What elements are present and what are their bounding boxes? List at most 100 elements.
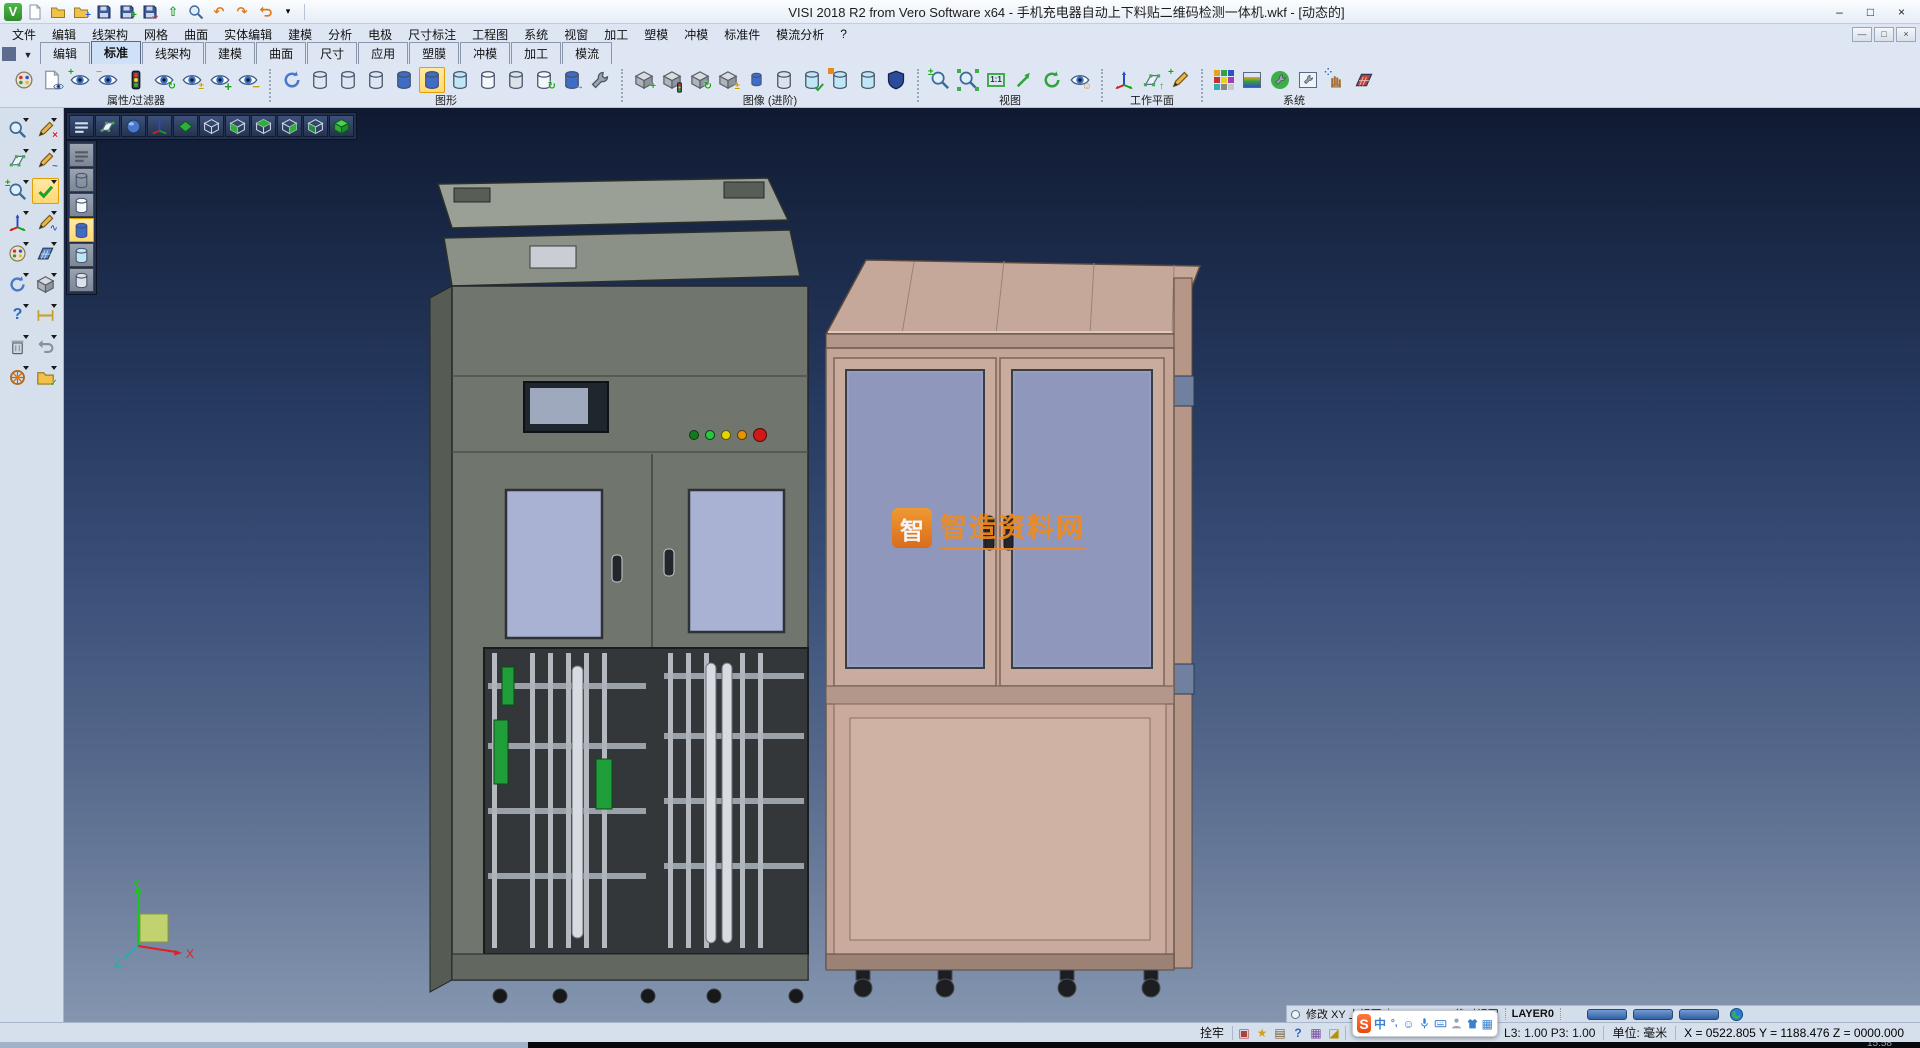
dynamic-zoom-icon[interactable] <box>4 116 31 142</box>
color-swatch-3[interactable] <box>1679 1009 1719 1020</box>
image-toggle-icon[interactable]: ± <box>715 67 741 93</box>
tab-die[interactable]: 冲模 <box>460 42 510 64</box>
ime-mode[interactable]: 中 <box>1374 1015 1386 1032</box>
solid-cylinder-icon[interactable] <box>743 67 769 93</box>
light-cylinder-icon[interactable] <box>855 67 881 93</box>
menu-lines-icon[interactable] <box>69 115 94 137</box>
graphics-settings-icon[interactable] <box>587 67 613 93</box>
filter-traffic-icon[interactable] <box>123 67 149 93</box>
shaded-cylinder-icon[interactable] <box>69 218 94 242</box>
save-icon[interactable] <box>94 2 114 21</box>
undo-icon[interactable]: ↶ <box>209 2 229 21</box>
hide-all-icon[interactable]: − <box>235 67 261 93</box>
view-toggle-icon[interactable] <box>1291 1010 1300 1019</box>
cad-model[interactable] <box>64 108 1920 1022</box>
zoom-arrow-icon[interactable] <box>1011 67 1037 93</box>
toggle-visibility-icon[interactable]: ± <box>179 67 205 93</box>
help-icon[interactable]: ? <box>4 302 31 328</box>
scrollbar-segment[interactable] <box>0 1042 528 1048</box>
zoom-in-out-icon[interactable]: ± <box>927 67 953 93</box>
tab-machining[interactable]: 加工 <box>511 42 561 64</box>
image-refresh-icon[interactable]: ↻ <box>687 67 713 93</box>
wand-icon[interactable]: ★ <box>1253 1025 1271 1041</box>
show-all-icon[interactable]: + <box>207 67 233 93</box>
mdi-close-button[interactable]: × <box>1896 27 1916 42</box>
zoom-1-1-icon[interactable]: 1:1 <box>983 67 1009 93</box>
tab-modeling[interactable]: 建模 <box>205 42 255 64</box>
tab-wireframe[interactable]: 线架构 <box>142 42 204 64</box>
hidden-line-cylinder-icon[interactable] <box>69 193 94 217</box>
outline-cylinder-icon[interactable] <box>475 67 501 93</box>
zoom-in-out-icon[interactable]: ± <box>4 178 31 204</box>
workplane-axes-icon[interactable] <box>1111 67 1137 93</box>
view-refresh-icon[interactable] <box>1039 67 1065 93</box>
tabbar-dropdown-icon[interactable]: ▼ <box>20 47 36 63</box>
menu-lines-icon[interactable] <box>69 143 94 167</box>
striped-cylinder-icon[interactable] <box>771 67 797 93</box>
shield-icon[interactable] <box>883 67 909 93</box>
shirt-icon[interactable] <box>1466 1017 1479 1030</box>
mic-icon[interactable] <box>1418 1017 1431 1030</box>
tab-flow[interactable]: 模流 <box>562 42 612 64</box>
menu-flow-analysis[interactable]: 模流分析 <box>768 24 832 45</box>
plane-icon[interactable]: ◪ <box>1325 1025 1343 1041</box>
view-right-icon[interactable] <box>277 115 302 137</box>
curve-edit-icon[interactable]: ∿ <box>32 209 59 235</box>
spline-icon[interactable]: ~ <box>32 147 59 173</box>
help-icon[interactable]: ? <box>1289 1025 1307 1041</box>
image-filter-icon[interactable] <box>659 67 685 93</box>
regen-icon[interactable] <box>4 271 31 297</box>
view-top-icon[interactable] <box>173 115 198 137</box>
solid-cube-icon[interactable] <box>32 271 59 297</box>
view-eye-icon[interactable]: ☺ <box>1067 67 1093 93</box>
tab-standard[interactable]: 标准 <box>91 41 141 64</box>
color-swatch-1[interactable] <box>1587 1009 1627 1020</box>
measure-icon[interactable] <box>32 302 59 328</box>
undo-icon[interactable] <box>32 333 59 359</box>
view-axonometric-icon[interactable] <box>199 115 224 137</box>
wireframe-cylinder-icon[interactable] <box>307 67 333 93</box>
transparent-cylinder-icon[interactable] <box>69 243 94 267</box>
attributes-brush-icon[interactable] <box>4 240 31 266</box>
minimize-button[interactable]: – <box>1825 2 1854 21</box>
open-project-icon[interactable]: ✓ <box>32 364 59 390</box>
print-preview-icon[interactable] <box>186 2 206 21</box>
delete-trash-icon[interactable] <box>4 333 31 359</box>
save-as-icon[interactable]: + <box>117 2 137 21</box>
erase-icon[interactable]: × <box>32 116 59 142</box>
keyboard-icon[interactable] <box>1434 1017 1447 1030</box>
select-hand-icon[interactable]: ⁘ <box>1323 67 1349 93</box>
confirm-check-icon[interactable] <box>32 178 59 204</box>
hatched-cylinder-icon[interactable] <box>69 268 94 292</box>
regen-icon[interactable] <box>279 67 305 93</box>
hatched-cylinder-icon[interactable] <box>503 67 529 93</box>
workplane-edit-icon[interactable]: + <box>1167 67 1193 93</box>
dashed-cylinder-icon[interactable] <box>363 67 389 93</box>
maximize-button[interactable]: □ <box>1856 2 1885 21</box>
layer-label[interactable]: LAYER0 <box>1512 1008 1554 1020</box>
ime-punct[interactable]: °, <box>1389 1018 1399 1029</box>
menu-die[interactable]: 冲模 <box>676 24 716 45</box>
view-back-icon[interactable] <box>303 115 328 137</box>
system-tools-icon[interactable] <box>1267 67 1293 93</box>
menu-file[interactable]: 文件 <box>4 24 44 45</box>
navigator-wheel-icon[interactable] <box>4 364 31 390</box>
copy-cylinder-icon[interactable]: → <box>559 67 585 93</box>
globe-icon[interactable] <box>1729 1007 1744 1022</box>
view-iso-icon[interactable] <box>329 115 354 137</box>
axes-icon[interactable] <box>147 115 172 137</box>
redo-icon[interactable]: ↷ <box>232 2 252 21</box>
page-visibility-icon[interactable] <box>39 67 65 93</box>
mdi-minimize-button[interactable]: — <box>1852 27 1872 42</box>
grid-icon[interactable]: ▦ <box>1482 1017 1493 1031</box>
color-swatch-2[interactable] <box>1633 1009 1673 1020</box>
tab-dimension[interactable]: 尺寸 <box>307 42 357 64</box>
refresh-visibility-icon[interactable]: ↻ <box>151 67 177 93</box>
plane-icon[interactable] <box>95 115 120 137</box>
viewport-3d[interactable]: 智 智造资料网 Y X Z 修改 XY 上视图 绝对视图 <box>64 108 1920 1022</box>
clipboard-icon[interactable]: ▣ <box>1235 1025 1253 1041</box>
grid-plane-icon[interactable] <box>1351 67 1377 93</box>
view-front-icon[interactable] <box>225 115 250 137</box>
new-file-icon[interactable] <box>25 2 45 21</box>
shaded-edges-cylinder-icon[interactable] <box>419 67 445 93</box>
